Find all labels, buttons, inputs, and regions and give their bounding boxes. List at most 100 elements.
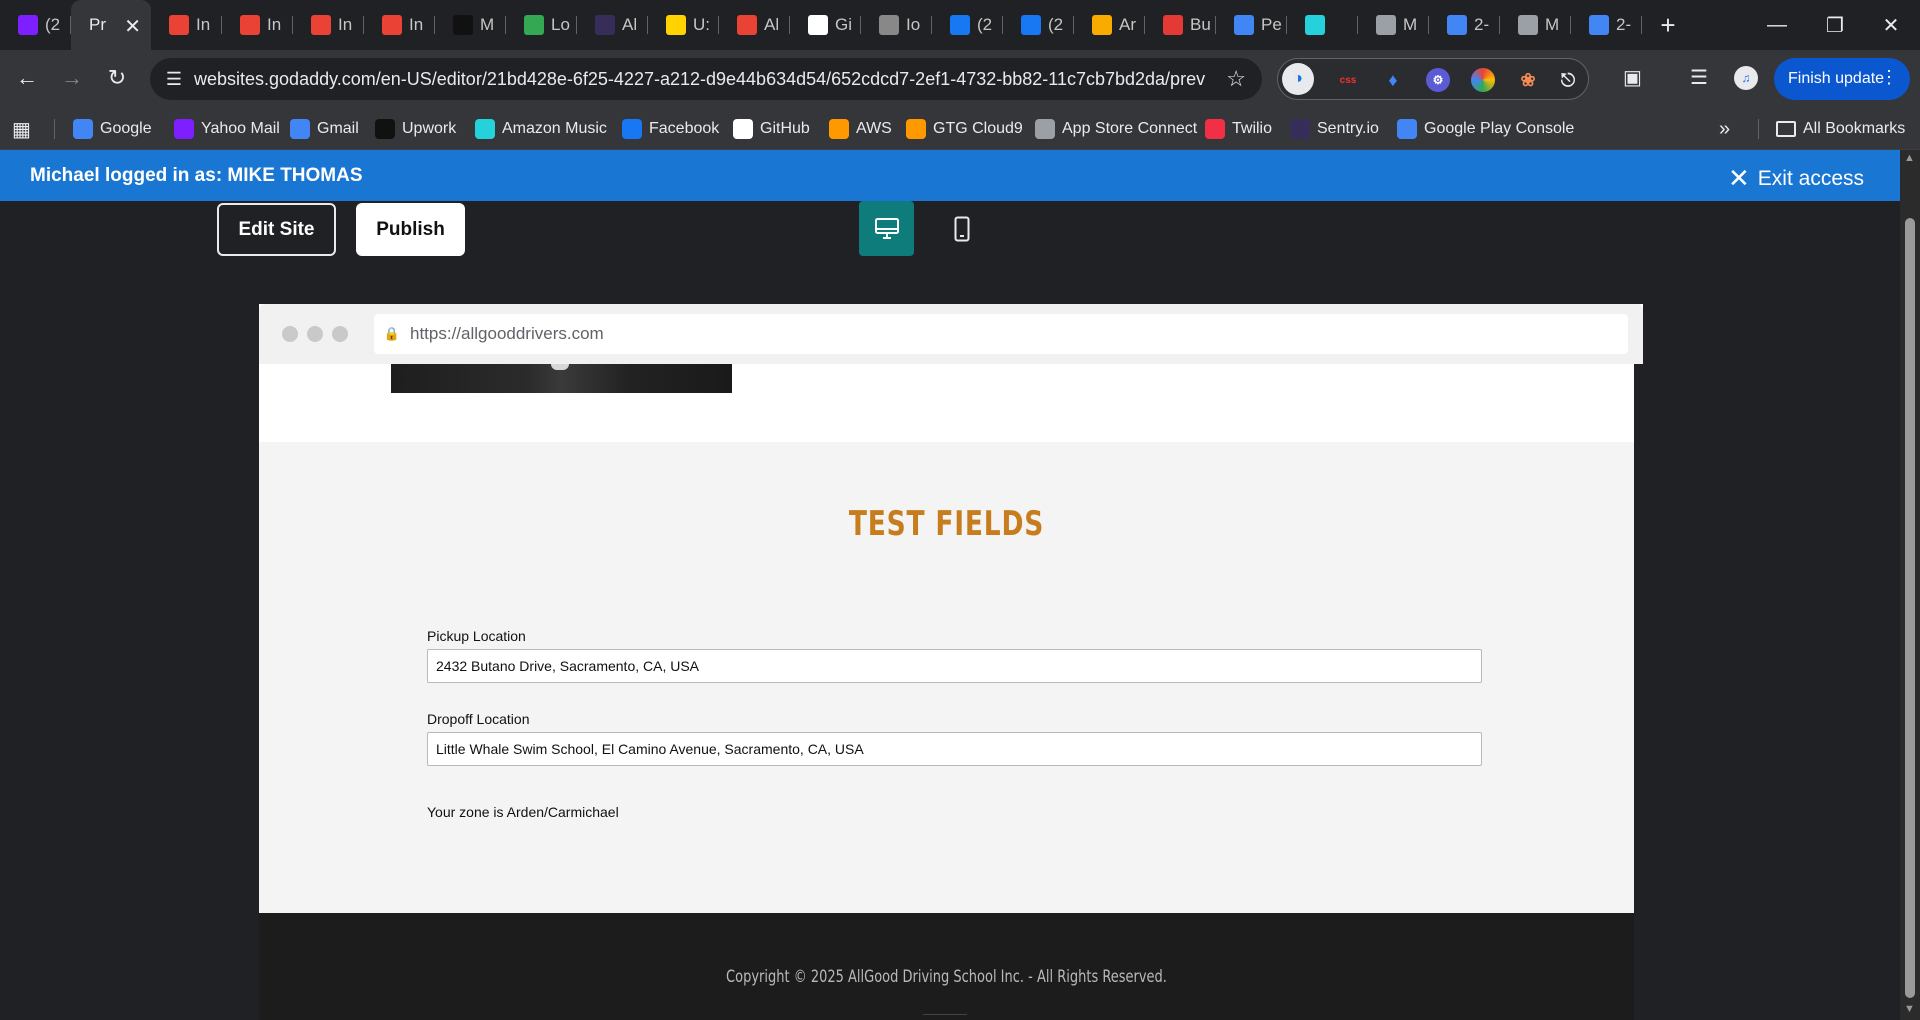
- browser-tab[interactable]: In: [222, 0, 293, 50]
- github-icon: [808, 15, 828, 35]
- bookmark-item[interactable]: Amazon Music: [475, 117, 607, 141]
- back-button[interactable]: ←: [7, 58, 47, 98]
- all-bookmarks-button[interactable]: All Bookmarks: [1776, 117, 1905, 141]
- address-url[interactable]: websites.godaddy.com/en-US/editor/21bd42…: [194, 69, 1206, 90]
- browser-tab[interactable]: (2: [1003, 0, 1074, 50]
- browser-tab[interactable]: Al: [719, 0, 790, 50]
- minimize-button[interactable]: —: [1748, 0, 1806, 50]
- browser-tab[interactable]: (2: [0, 0, 71, 50]
- browser-tab[interactable]: M: [435, 0, 506, 50]
- gmail-icon: [311, 15, 331, 35]
- page-scrollbar[interactable]: ▲ ▼: [1900, 150, 1920, 1020]
- restore-button[interactable]: ❐: [1806, 0, 1864, 50]
- pickup-location-input[interactable]: 2432 Butano Drive, Sacramento, CA, USA: [427, 649, 1482, 683]
- bookmark-item[interactable]: AWS: [829, 117, 892, 141]
- more-bookmarks-chevron-icon[interactable]: »: [1719, 117, 1730, 141]
- bookmark-item[interactable]: Google Play Console: [1397, 117, 1574, 141]
- browser-tab[interactable]: Pr ✕: [71, 0, 151, 50]
- bookmark-item[interactable]: Google: [73, 117, 152, 141]
- desktop-view-button[interactable]: [859, 201, 914, 256]
- reload-button[interactable]: ↻: [97, 58, 137, 98]
- mobile-view-button[interactable]: [934, 201, 989, 256]
- menu-kebab-icon[interactable]: ⋮: [1880, 67, 1898, 88]
- forward-button[interactable]: →: [52, 58, 92, 98]
- scroll-up-arrow-icon[interactable]: ▲: [1904, 152, 1915, 164]
- bookmark-item[interactable]: Gmail: [290, 117, 359, 141]
- tab-close-icon[interactable]: ✕: [124, 14, 141, 39]
- browser-tab[interactable]: Lo: [506, 0, 577, 50]
- finish-update-button[interactable]: Finish update ⋮: [1774, 58, 1910, 100]
- tab-title: In: [196, 15, 211, 34]
- extension-cookie-icon[interactable]: ❀: [1516, 68, 1540, 92]
- bookmark-item[interactable]: Upwork: [375, 117, 456, 141]
- apps-grid-icon[interactable]: ▦: [12, 117, 31, 141]
- browser-tab[interactable]: 2-: [1429, 0, 1500, 50]
- browser-tab[interactable]: U:: [648, 0, 719, 50]
- browser-tab[interactable]: In: [293, 0, 364, 50]
- bookmark-star-icon[interactable]: ☆: [1226, 66, 1246, 92]
- address-bar[interactable]: ☰ websites.godaddy.com/en-US/editor/21bd…: [150, 58, 1262, 100]
- browser-tab[interactable]: M: [1358, 0, 1429, 50]
- bookmark-label: Facebook: [649, 120, 720, 137]
- google-icon: [1589, 15, 1609, 35]
- tab-title: Lo: [551, 15, 570, 34]
- extension-gear-icon[interactable]: ⚙: [1426, 68, 1450, 92]
- facebook-icon: [622, 119, 642, 139]
- bookmark-item[interactable]: Facebook: [622, 117, 719, 141]
- browser-tab[interactable]: Gi: [790, 0, 861, 50]
- site-info-icon[interactable]: ☰: [154, 69, 194, 90]
- browser-tab[interactable]: 2-: [1571, 0, 1642, 50]
- bookmark-item[interactable]: Twilio: [1205, 117, 1272, 141]
- browser-tab[interactable]: (2: [932, 0, 1003, 50]
- amazon-music-icon: [475, 119, 495, 139]
- browser-tab[interactable]: M: [1500, 0, 1571, 50]
- scrollbar-thumb[interactable]: [1905, 218, 1915, 998]
- dropoff-location-input[interactable]: Little Whale Swim School, El Camino Aven…: [427, 732, 1482, 766]
- edit-site-button[interactable]: Edit Site: [217, 203, 336, 256]
- publish-button[interactable]: Publish: [356, 203, 465, 256]
- bookmark-label: App Store Connect: [1062, 120, 1198, 137]
- exit-access-button[interactable]: ✕ Exit access: [1728, 163, 1864, 194]
- bookmark-item[interactable]: GitHub: [733, 117, 810, 141]
- google-icon: [290, 119, 310, 139]
- tab-title: In: [338, 15, 353, 34]
- tab-title: Gi: [835, 15, 852, 34]
- browser-tab[interactable]: Al: [577, 0, 648, 50]
- browser-tab[interactable]: Io: [861, 0, 932, 50]
- hero-image: [391, 364, 732, 393]
- browser-toolbar: ← → ↻ ☰ websites.godaddy.com/en-US/edito…: [0, 50, 1920, 107]
- lens-search-icon[interactable]: ▣: [1623, 65, 1642, 90]
- profile-avatar[interactable]: ♫: [1734, 66, 1758, 90]
- browser-tab[interactable]: Bu: [1145, 0, 1216, 50]
- new-tab-button[interactable]: +: [1648, 5, 1688, 45]
- tab-title: Pr: [89, 15, 106, 34]
- check-icon: [524, 15, 544, 35]
- tab-title: Al: [764, 15, 780, 34]
- bookmark-item[interactable]: Yahoo Mail: [174, 117, 280, 141]
- bookmark-item[interactable]: App Store Connect: [1035, 117, 1197, 141]
- browser-tab[interactable]: In: [364, 0, 435, 50]
- tab-title: Al: [622, 15, 638, 34]
- extension-compass-icon[interactable]: ◑: [1282, 63, 1314, 95]
- extension-css-icon[interactable]: css: [1336, 68, 1360, 92]
- media-queue-icon[interactable]: ☰: [1690, 65, 1708, 90]
- upwork-icon: [375, 119, 395, 139]
- extension-tag-icon[interactable]: ♦: [1381, 68, 1405, 92]
- bookmark-label: GTG Cloud9: [933, 120, 1023, 137]
- browser-tab[interactable]: [1287, 0, 1358, 50]
- close-window-button[interactable]: ✕: [1862, 0, 1920, 50]
- preview-url-bar: 🔒 https://allgooddrivers.com: [374, 314, 1628, 354]
- browser-tab[interactable]: Pe: [1216, 0, 1287, 50]
- badge-icon: [1163, 15, 1183, 35]
- bookmark-item[interactable]: Sentry.io: [1290, 117, 1379, 141]
- bookmark-label: Google: [100, 120, 152, 137]
- extension-color-picker-icon[interactable]: [1471, 68, 1495, 92]
- finish-update-label: Finish update: [1788, 70, 1885, 87]
- bookmark-item[interactable]: GTG Cloud9: [906, 117, 1023, 141]
- browser-tab[interactable]: In: [151, 0, 222, 50]
- google-ads-icon: [1234, 15, 1254, 35]
- extensions-puzzle-icon[interactable]: ⎋: [1556, 68, 1580, 92]
- scroll-down-arrow-icon[interactable]: ▼: [1904, 1003, 1915, 1015]
- yahoo-mail-icon: [174, 119, 194, 139]
- browser-tab[interactable]: Ar: [1074, 0, 1145, 50]
